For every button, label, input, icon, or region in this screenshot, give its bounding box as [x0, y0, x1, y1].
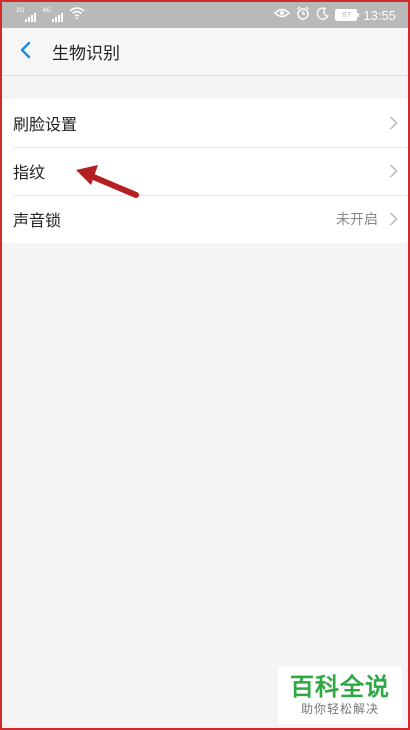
watermark-title: 百科全说	[290, 673, 390, 701]
settings-item-label: 声音锁	[13, 211, 62, 230]
wifi-icon	[69, 7, 85, 23]
settings-item-label: 刷脸设置	[13, 115, 78, 134]
status-time: 13:55	[363, 7, 396, 23]
chevron-right-icon	[386, 164, 400, 178]
chevron-right-icon	[386, 212, 400, 226]
status-bar: 2G 4G 87 13:55	[2, 2, 408, 28]
watermark-logo: 百科全说 助你轻松解决	[278, 666, 402, 724]
back-button[interactable]	[6, 28, 46, 75]
screenshot-frame: 2G 4G 87 13:55 生物识别 刷脸设置 指纹 声音锁 未开启 百科全说…	[0, 0, 410, 730]
title-bar: 生物识别	[2, 28, 408, 76]
status-bar-left: 2G 4G	[2, 7, 85, 23]
moon-icon	[316, 6, 330, 24]
network-type-label: 2G	[16, 7, 25, 14]
alarm-icon	[296, 6, 310, 24]
annotation-arrow-icon	[76, 165, 139, 198]
settings-item-face[interactable]: 刷脸设置	[2, 99, 408, 147]
signal-icon-1: 2G	[16, 7, 37, 22]
watermark-subtitle: 助你轻松解决	[300, 702, 379, 716]
eye-icon	[274, 7, 291, 23]
settings-item-value: 未开启	[336, 212, 378, 228]
page-title: 生物识别	[52, 44, 120, 64]
network-type-label: 4G	[42, 7, 51, 14]
battery-icon: 87	[335, 9, 360, 21]
chevron-right-icon	[386, 116, 400, 130]
signal-icon-2: 4G	[42, 7, 63, 22]
status-bar-right: 87 13:55	[274, 6, 408, 24]
chevron-left-icon	[19, 41, 33, 63]
